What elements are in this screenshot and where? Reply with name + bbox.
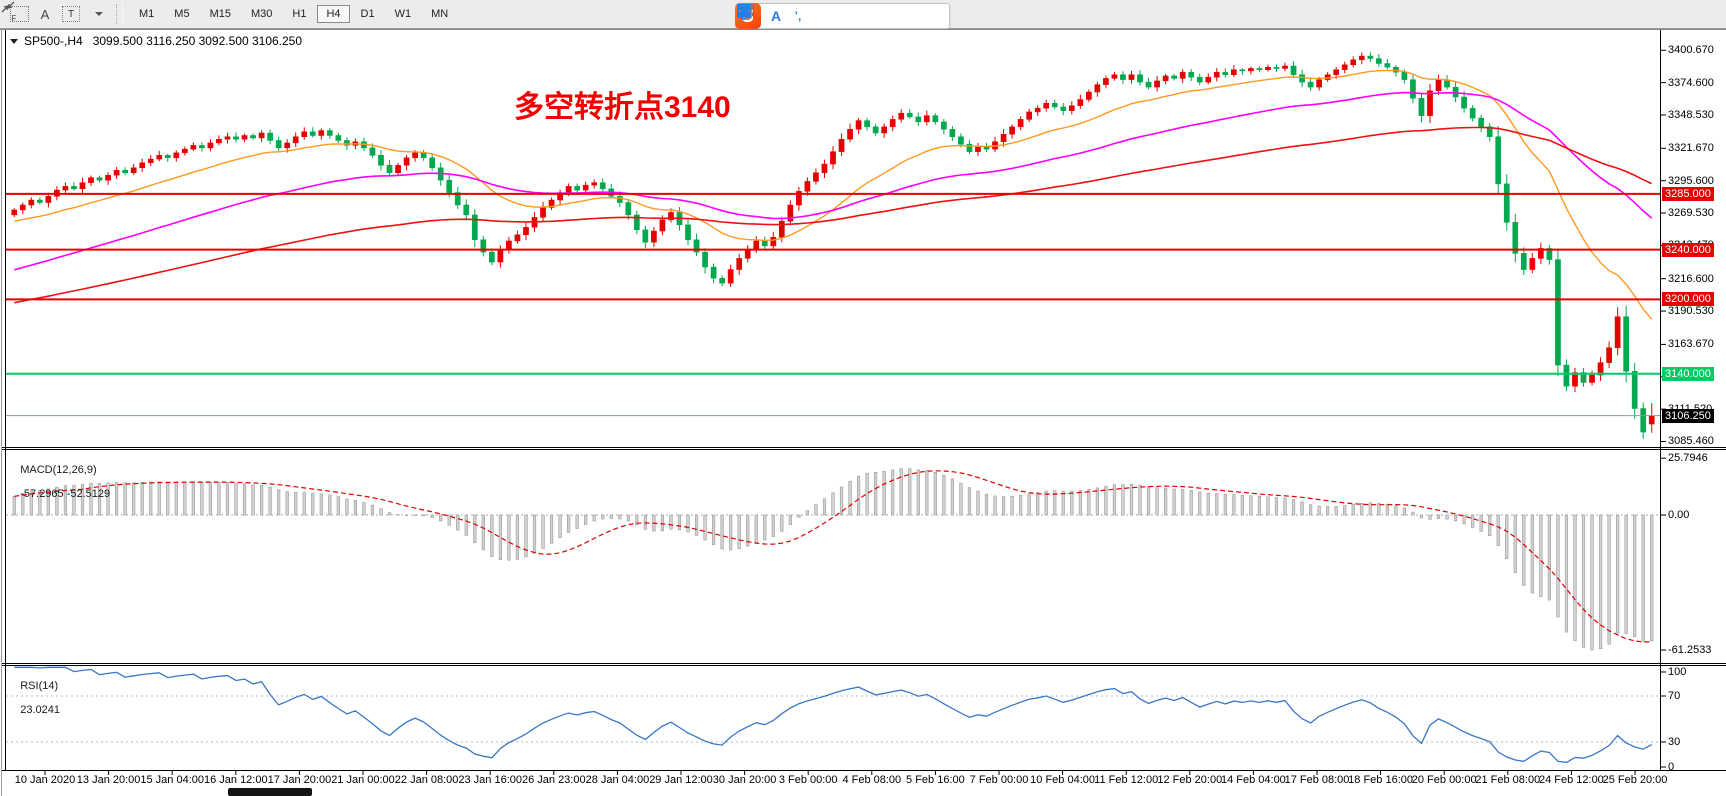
- price-tick-label: 3348.530: [1668, 109, 1714, 121]
- time-axis-label: 23 Jan 16:00: [458, 774, 522, 786]
- time-axis-label: 28 Jan 04:00: [586, 774, 650, 786]
- macd-label: MACD(12,26,9): [20, 464, 96, 476]
- price-tick-label: 3190.530: [1668, 305, 1714, 317]
- macd-tick-label: 0.00: [1668, 509, 1689, 521]
- price-badge: 3240.000: [1662, 243, 1714, 257]
- price-tick-label: 3321.670: [1668, 142, 1714, 154]
- rsi-tick-label: 0: [1668, 761, 1674, 773]
- chart-ohlc-values: 3099.500 3116.250 3092.500 3106.250: [93, 34, 302, 48]
- time-axis-label: 21 Feb 08:00: [1475, 774, 1540, 786]
- price-badge: 3285.000: [1662, 187, 1714, 201]
- symbol-dropdown-icon[interactable]: [10, 39, 18, 44]
- time-axis-label: 12 Feb 20:00: [1157, 774, 1222, 786]
- time-axis-label: 15 Jan 04:00: [140, 774, 204, 786]
- time-axis-label: 10 Jan 2020: [15, 774, 76, 786]
- rsi-tick-label: 70: [1668, 690, 1680, 702]
- price-tick-label: 3085.460: [1668, 435, 1714, 447]
- price-badge: 3140.000: [1662, 367, 1714, 381]
- price-tick-label: 3374.600: [1668, 77, 1714, 89]
- rsi-value: 23.0241: [20, 704, 60, 716]
- price-tick-label: 3400.670: [1668, 44, 1714, 56]
- time-axis-label: 3 Feb 00:00: [779, 774, 838, 786]
- mt4-window: F A T M1M5M15M30H1H4D1W1MN S A’, SP500-: [0, 0, 1726, 796]
- time-axis-label: 17 Jan 20:00: [268, 774, 332, 786]
- macd-tick-label: 25.7946: [1668, 452, 1708, 464]
- rsi-tick-label: 100: [1668, 666, 1686, 678]
- rsi-tick-label: 30: [1668, 736, 1680, 748]
- time-axis-label: 4 Feb 08:00: [842, 774, 901, 786]
- time-axis-label: 18 Feb 16:00: [1348, 774, 1413, 786]
- macd-values: -57.2965 -52.5129: [20, 488, 110, 500]
- chart-annotation-text: 多空转折点3140: [514, 82, 731, 126]
- macd-tick-label: -61.2533: [1668, 644, 1711, 656]
- time-axis-label: 26 Jan 23:00: [522, 774, 586, 786]
- chart-canvas[interactable]: [0, 0, 1726, 796]
- macd-pane-header: MACD(12,26,9) -57.2965 -52.5129: [8, 452, 110, 512]
- time-axis-label: 25 Feb 20:00: [1603, 774, 1668, 786]
- taskbar-peek: [228, 788, 312, 796]
- time-axis-label: 24 Feb 12:00: [1539, 774, 1604, 786]
- chart-title: SP500-,H4 3099.500 3116.250 3092.500 310…: [10, 34, 302, 48]
- time-axis-label: 14 Feb 04:00: [1221, 774, 1286, 786]
- time-axis-label: 29 Jan 12:00: [649, 774, 713, 786]
- price-badge: 3200.000: [1662, 292, 1714, 306]
- price-tick-label: 3295.600: [1668, 175, 1714, 187]
- time-axis-label: 22 Jan 08:00: [395, 774, 459, 786]
- price-badge: 3106.250: [1662, 409, 1714, 423]
- rsi-pane-header: RSI(14) 23.0241: [8, 668, 60, 728]
- time-axis-label: 20 Feb 00:00: [1412, 774, 1477, 786]
- time-axis-label: 13 Jan 20:00: [77, 774, 141, 786]
- price-tick-label: 3163.670: [1668, 338, 1714, 350]
- time-axis-label: 16 Jan 12:00: [204, 774, 268, 786]
- rsi-label: RSI(14): [20, 680, 58, 692]
- time-axis-label: 17 Feb 08:00: [1285, 774, 1350, 786]
- time-axis-label: 7 Feb 00:00: [970, 774, 1029, 786]
- chart-symbol-label: SP500-,H4: [24, 34, 83, 48]
- time-axis-label: 30 Jan 20:00: [713, 774, 777, 786]
- price-tick-label: 3269.530: [1668, 207, 1714, 219]
- time-axis-label: 11 Feb 12:00: [1094, 774, 1158, 786]
- time-axis-label: 5 Feb 16:00: [906, 774, 965, 786]
- time-axis-label: 21 Jan 00:00: [331, 774, 395, 786]
- price-tick-label: 3216.600: [1668, 273, 1714, 285]
- time-axis-label: 10 Feb 04:00: [1030, 774, 1095, 786]
